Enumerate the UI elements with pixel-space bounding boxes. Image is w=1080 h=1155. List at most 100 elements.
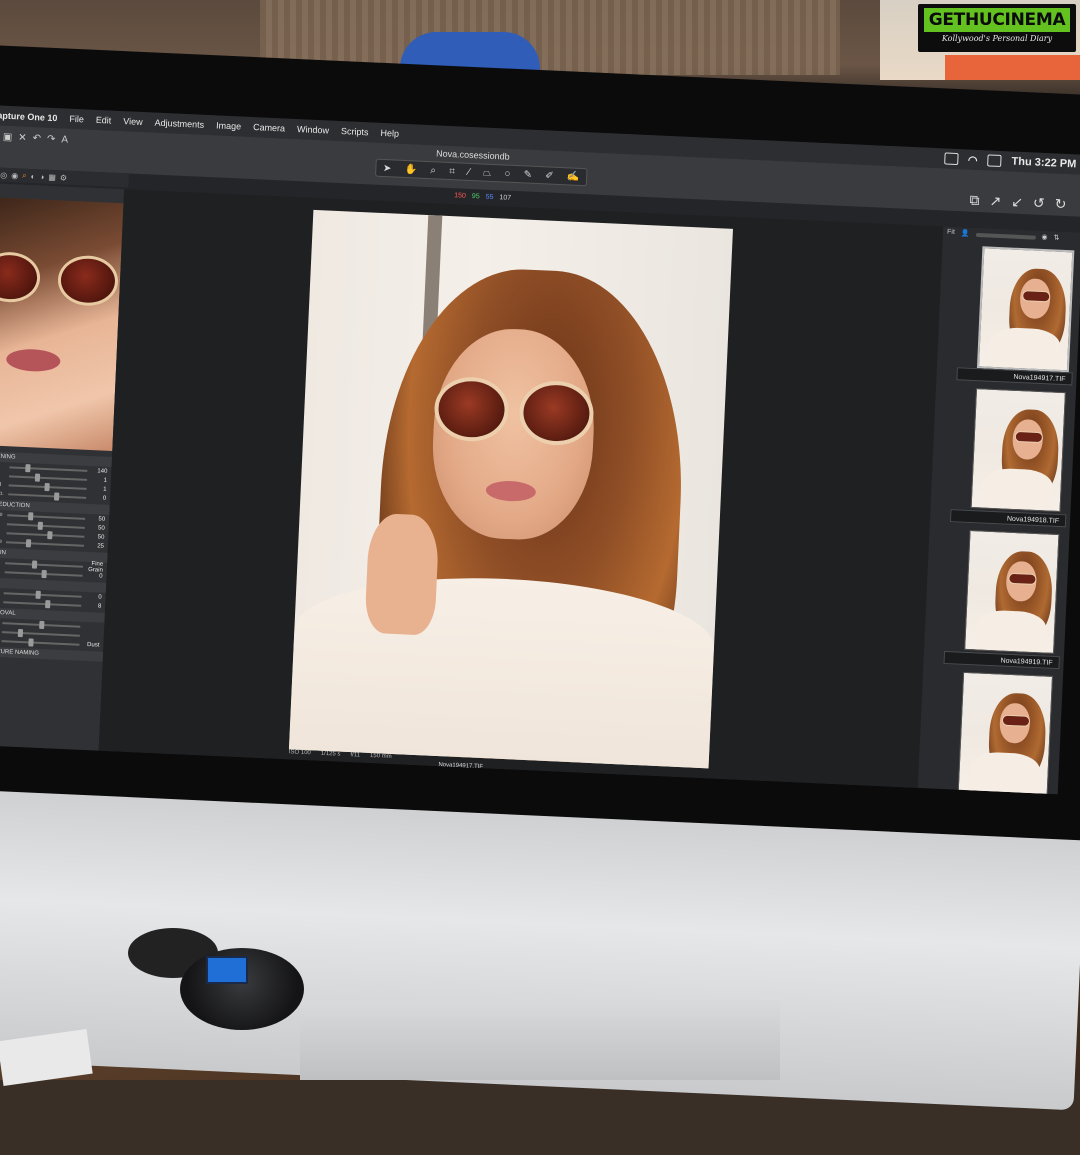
creative-cloud-icon[interactable] [943, 152, 959, 166]
wifi-icon[interactable]: ◠ [968, 153, 978, 166]
delete-icon[interactable]: ✕ [18, 132, 27, 143]
picker-icon[interactable]: ✎ [523, 169, 532, 180]
slider-knob[interactable] [44, 482, 50, 491]
menu-edit[interactable]: Edit [90, 115, 118, 126]
sort-icon[interactable]: ⇅ [1053, 233, 1059, 241]
annotation-icon[interactable]: ✍ [567, 171, 580, 183]
slider-knob[interactable] [31, 559, 37, 569]
readout-luma: 107 [499, 194, 512, 202]
thumbnail-filename[interactable]: Nova194919.TIF [943, 650, 1060, 670]
menu-adjustments[interactable]: Adjustments [148, 117, 210, 130]
slider-knob[interactable] [27, 637, 34, 647]
apply-adjustments-icon[interactable]: ↗ [989, 193, 1001, 211]
adjustment-value[interactable]: Dust [83, 641, 100, 649]
reset-icon[interactable]: ↺ [1033, 195, 1045, 213]
adjustment-slider[interactable] [8, 473, 88, 482]
text-icon[interactable]: A [61, 134, 68, 145]
fit-label: Fit [946, 228, 955, 236]
menu-app-name[interactable]: apture One 10 [0, 110, 64, 123]
adjustment-value[interactable]: 140 [91, 468, 107, 474]
adjustment-value[interactable]: 50 [89, 516, 105, 522]
adjustment-slider[interactable] [6, 530, 85, 539]
adjustment-slider[interactable] [7, 511, 86, 520]
adjustment-value[interactable]: 8 [85, 602, 102, 609]
adjustment-slider[interactable] [6, 538, 85, 547]
adjustment-value[interactable]: 1 [91, 477, 107, 483]
redo-icon[interactable]: ↷ [47, 134, 56, 145]
settings-tab-icon[interactable]: ⚙ [60, 173, 68, 182]
adjustment-slider[interactable] [8, 491, 87, 501]
slider-knob[interactable] [26, 538, 32, 547]
capture-tab-icon[interactable]: ◎ [0, 170, 7, 179]
slider-knob[interactable] [45, 599, 51, 608]
menu-window[interactable]: Window [291, 124, 335, 136]
copy-adjustments-icon[interactable]: ⧉ [969, 192, 980, 209]
adjustment-slider[interactable] [9, 463, 88, 472]
browser-thumbnail[interactable] [970, 388, 1066, 513]
image-viewer[interactable]: ISO 100 1/125 s f/11 150 mm Nova194917.T… [98, 189, 944, 788]
thumbnail-filename[interactable]: Nova194918.TIF [949, 509, 1067, 528]
adjustment-slider[interactable] [2, 620, 81, 629]
browser-thumbnail[interactable] [976, 246, 1075, 373]
brush-icon[interactable]: ✐ [545, 170, 554, 181]
adjustment-slider[interactable] [5, 559, 84, 569]
lens-tab-icon[interactable]: ◉ [11, 171, 18, 180]
adjustment-value[interactable]: 0 [86, 572, 103, 579]
thumb-size-slider[interactable] [975, 232, 1036, 240]
menu-clock[interactable]: Thu 3:22 PM [1011, 155, 1076, 170]
menu-help[interactable]: Help [374, 128, 405, 139]
adjustment-value[interactable] [84, 626, 100, 627]
straighten-icon[interactable]: ∕ [468, 166, 470, 177]
copy-apply-icon[interactable]: ↙ [1011, 194, 1023, 212]
eye-icon[interactable]: ◉ [1041, 233, 1047, 241]
exif-iso: ISO 100 [288, 749, 311, 757]
crop-icon[interactable]: ⌗ [449, 165, 455, 176]
browser-thumbnail[interactable] [964, 529, 1060, 654]
slider-knob[interactable] [54, 491, 60, 501]
slider-knob[interactable] [39, 620, 45, 629]
adjustment-slider[interactable] [6, 521, 85, 530]
adjustment-value[interactable] [84, 635, 100, 636]
keystone-icon[interactable]: ⏢ [483, 167, 491, 178]
adjustment-slider[interactable] [4, 569, 83, 578]
pointer-icon[interactable]: ➤ [383, 162, 392, 173]
adjustment-slider[interactable] [3, 599, 82, 608]
adjustment-slider[interactable] [8, 482, 87, 491]
adjustment-value[interactable]: 50 [89, 525, 105, 531]
color-tab-icon[interactable]: ◐ [30, 172, 35, 181]
adjustment-value[interactable]: 0 [86, 593, 102, 600]
menu-file[interactable]: File [63, 113, 90, 125]
adjustment-value[interactable]: 1 [90, 486, 107, 492]
slider-knob[interactable] [34, 473, 40, 482]
adjustment-slider[interactable] [1, 637, 80, 647]
rotate-icon[interactable]: ↻ [1054, 195, 1066, 213]
undo-icon[interactable]: ↶ [32, 133, 41, 144]
capture-icon[interactable]: ▣ [3, 132, 13, 143]
adjustment-value[interactable]: Fine Grain [87, 560, 103, 574]
adjustment-value[interactable]: 0 [90, 495, 107, 501]
slider-knob[interactable] [37, 521, 44, 530]
details-tab-icon[interactable]: ⌕ [22, 171, 27, 181]
menu-image[interactable]: Image [210, 120, 247, 132]
slider-knob[interactable] [41, 569, 47, 578]
slider-knob[interactable] [28, 511, 34, 520]
menu-camera[interactable]: Camera [247, 122, 291, 134]
slider-knob[interactable] [35, 590, 41, 599]
zoom-icon[interactable]: ⌕ [430, 165, 436, 176]
slider-knob[interactable] [47, 530, 53, 539]
hand-icon[interactable]: ✋ [404, 163, 417, 175]
adjustment-value[interactable]: 50 [88, 533, 105, 540]
display-icon[interactable] [987, 154, 1002, 168]
slider-knob[interactable] [24, 463, 31, 472]
browser-thumbnail[interactable] [957, 671, 1054, 795]
menu-view[interactable]: View [117, 116, 149, 127]
menu-scripts[interactable]: Scripts [335, 126, 375, 138]
adjustment-value[interactable]: 25 [88, 542, 104, 549]
slider-knob[interactable] [18, 628, 24, 637]
person-icon[interactable]: 👤 [961, 229, 970, 237]
adjustment-slider[interactable] [1, 628, 80, 637]
adjustment-slider[interactable] [3, 590, 82, 599]
exposure-tab-icon[interactable]: ◑ [39, 172, 44, 181]
layers-tab-icon[interactable]: ▦ [48, 172, 56, 181]
spot-icon[interactable]: ○ [504, 168, 511, 179]
